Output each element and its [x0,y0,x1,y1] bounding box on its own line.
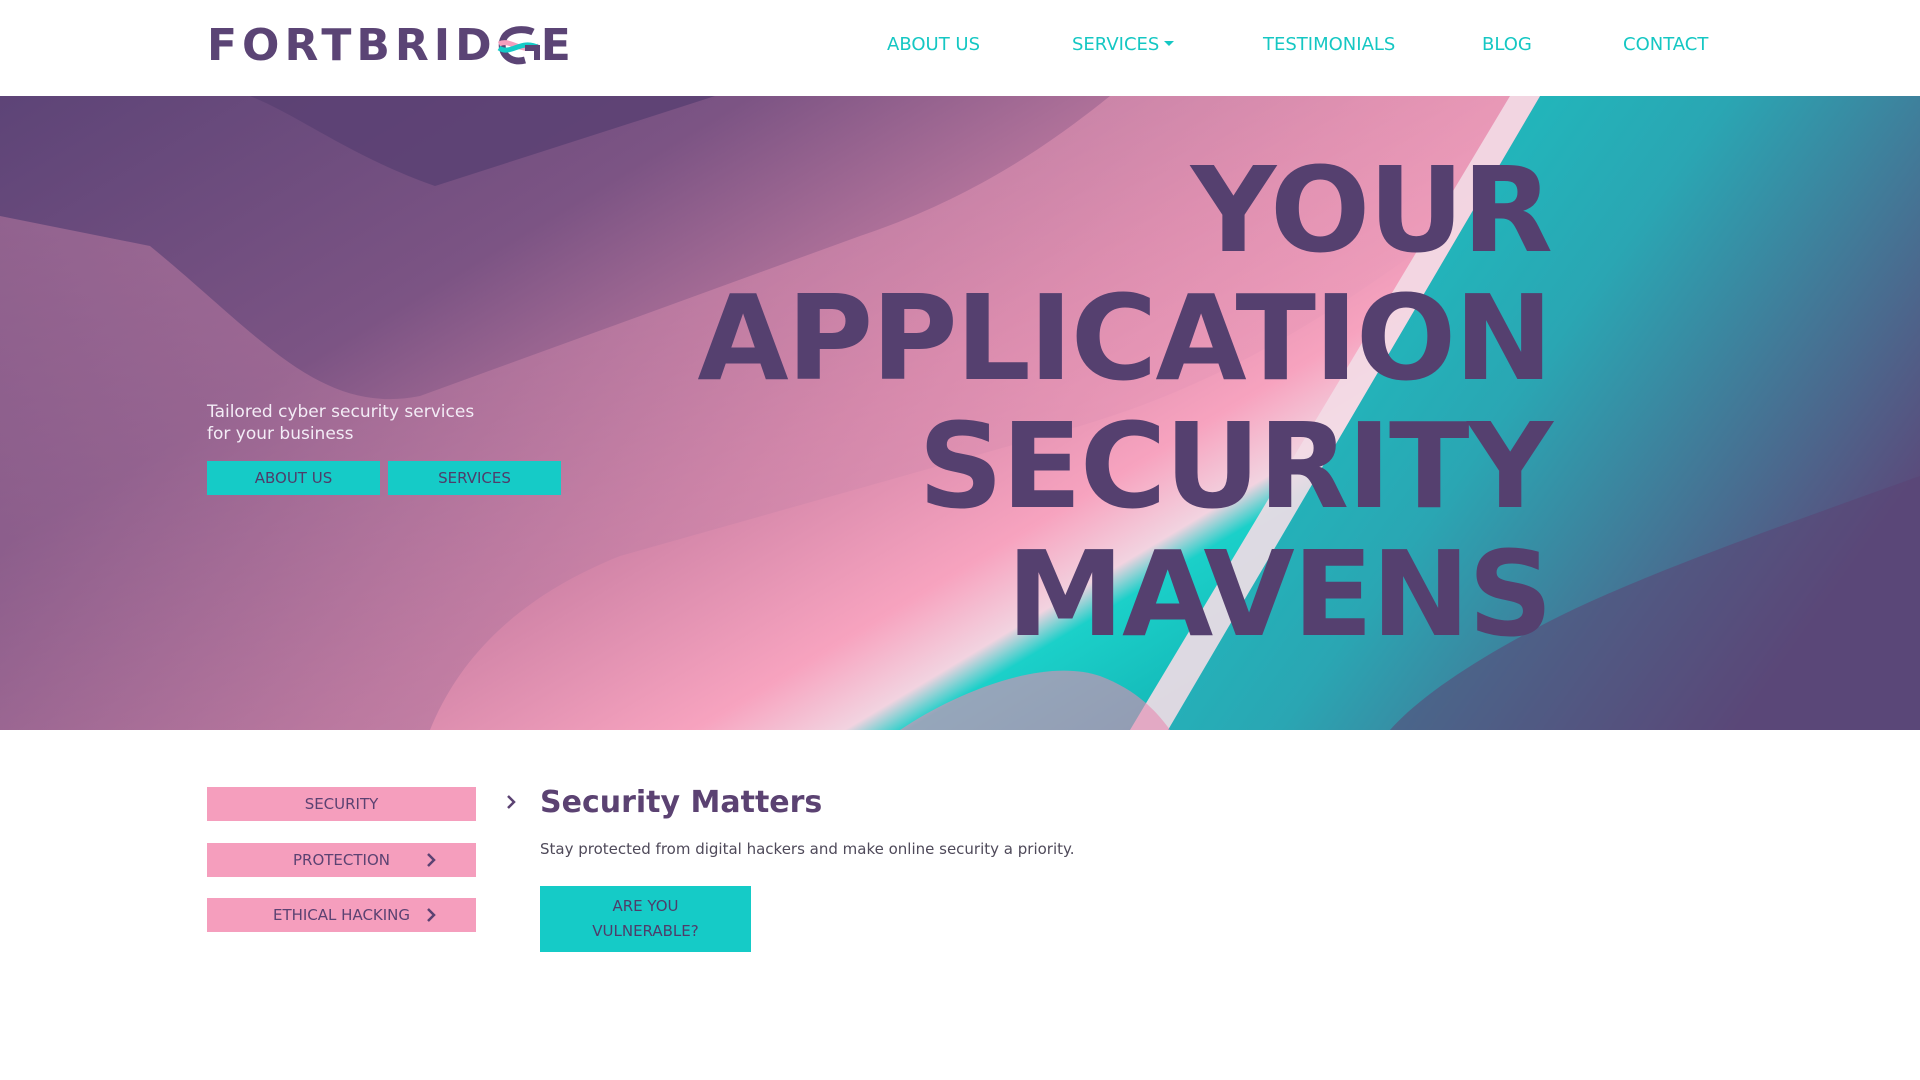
sidebar-item-security[interactable]: SECURITY [207,787,476,821]
sidebar-item-label: SECURITY [304,795,379,813]
are-you-vulnerable-button[interactable]: ARE YOU VULNERABLE? [540,886,751,952]
section-description: Stay protected from digital hackers and … [540,840,1075,858]
hero-services-button[interactable]: SERVICES [388,461,561,495]
sidebar-item-protection[interactable]: PROTECTION [207,843,476,877]
nav-contact[interactable]: CONTACT [1623,34,1708,55]
headline-line: YOUR [1190,141,1553,279]
nav-about-us[interactable]: ABOUT US [887,34,980,55]
section-title: Security Matters [540,785,823,820]
sidebar-item-label: ETHICAL HACKING [272,906,411,924]
caret-down-icon [1164,40,1175,46]
hero-banner: YOUR APPLICATION SECURITY MAVENS Tailore… [0,96,1920,730]
chevron-right-icon [507,795,516,809]
cta-label-line: VULNERABLE? [592,922,699,940]
sidebar-item-label: PROTECTION [292,851,390,869]
site-header: FORTBRID E ABOUT US SERVICES TESTIMONIAL… [0,0,1920,96]
cta-label-line: ARE YOU [612,897,679,915]
chevron-right-icon [427,908,436,922]
nav-services[interactable]: SERVICES [1072,34,1175,55]
headline-line: APPLICATION [697,269,1553,407]
tagline-line: Tailored cyber security services [207,402,475,422]
nav-blog[interactable]: BLOG [1482,34,1532,55]
main-nav: ABOUT US SERVICES TESTIMONIALS BLOG CONT… [0,34,1920,62]
nav-services-label: SERVICES [1072,34,1160,55]
sidebar-item-ethical-hacking[interactable]: ETHICAL HACKING [207,898,476,932]
tagline-line: for your business [207,424,354,444]
hero-tagline: Tailored cyber security services for you… [207,401,507,445]
headline-line: SECURITY [918,397,1553,535]
hero-headline: YOUR APPLICATION SECURITY MAVENS [697,141,1553,663]
nav-testimonials[interactable]: TESTIMONIALS [1263,34,1395,55]
hero-about-us-button[interactable]: ABOUT US [207,461,380,495]
headline-line: MAVENS [1006,525,1553,663]
chevron-right-icon [427,853,436,867]
